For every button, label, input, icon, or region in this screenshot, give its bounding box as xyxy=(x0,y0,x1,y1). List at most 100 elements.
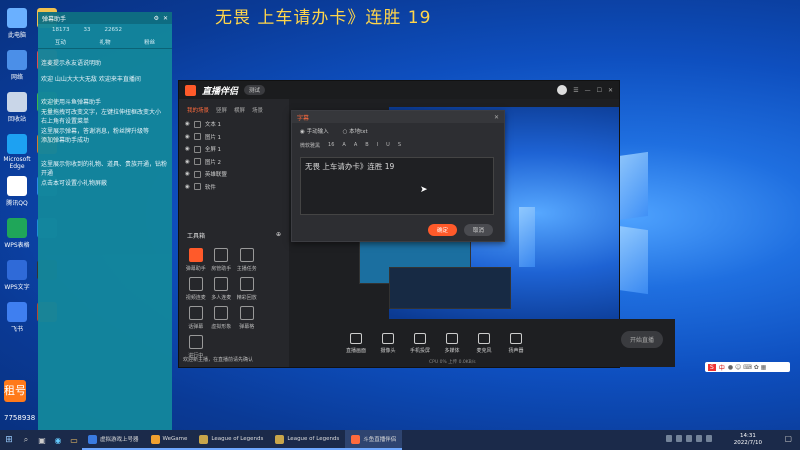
radio-option[interactable]: ◉ 手动输入 xyxy=(300,127,329,135)
subtitle-dialog[interactable]: 字幕 ✕ ◉ 手动输入 ○ 本地txt 微软雅黑 16 A A B I U S 无畏 上车请办卡… xyxy=(291,110,505,242)
chat-assistant-panel[interactable]: 弹幕助手 ⚙ ✕ 18173 33 22652 互动 礼物 粉丝 连麦提示永友语说明助欢… xyxy=(38,12,172,430)
lock-icon[interactable] xyxy=(193,145,201,153)
taskbar[interactable]: ⊞ ⌕ ▣ ◉ ▭ 虚拟游戏上号器 WeGame League of Legends… xyxy=(0,430,800,450)
subtitle-text-input[interactable]: 无畏 上车请办卡》连胜 19 xyxy=(300,157,494,215)
start-live-button[interactable]: 开始直播 xyxy=(620,331,663,348)
tool-item[interactable]: 主播任务 xyxy=(234,248,260,272)
clock[interactable]: 14:31 2022/7/10 xyxy=(734,433,762,447)
scene-row[interactable]: ◉ 图片 2 xyxy=(179,156,289,169)
scene-row[interactable]: ◉ 全屏 1 xyxy=(179,143,289,156)
chat-tab[interactable]: 互动 xyxy=(55,38,66,46)
format-tool[interactable]: S xyxy=(398,142,401,149)
taskbar-item[interactable]: 斗鱼直播伴侣 xyxy=(345,430,403,450)
ime-toolbar[interactable]: S 中 ● ☺ ⌨ ✿ ▦ xyxy=(705,362,790,372)
control-button[interactable]: 扬声器 xyxy=(505,332,527,354)
scene-tab[interactable]: 横屏 xyxy=(234,106,245,114)
chat-tab[interactable]: 礼物 xyxy=(99,38,110,46)
control-button[interactable]: 直播画面 xyxy=(345,332,367,354)
control-button[interactable]: 多媒体 xyxy=(441,332,463,354)
format-tool[interactable]: A xyxy=(354,142,357,149)
scene-row[interactable]: ◉ 英雄联盟 xyxy=(179,168,289,181)
start-icon[interactable]: ⊞ xyxy=(0,435,18,445)
menu-icon[interactable]: ☰ xyxy=(573,87,578,94)
lock-icon[interactable] xyxy=(193,170,201,178)
format-tool[interactable]: B xyxy=(365,142,368,149)
close-icon[interactable]: ✕ xyxy=(163,15,168,22)
input-mode-options[interactable]: ◉ 手动输入 ○ 本地txt xyxy=(292,123,504,139)
eye-icon[interactable]: ◉ xyxy=(185,184,190,190)
settings-icon[interactable]: ⚙ xyxy=(154,15,159,22)
format-tool[interactable]: A xyxy=(342,142,345,149)
eye-icon[interactable]: ◉ xyxy=(185,171,190,177)
tool-item[interactable]: 视频连麦 xyxy=(183,277,209,301)
tool-item[interactable]: 多人连麦 xyxy=(209,277,235,301)
control-button[interactable]: 手机投屏 xyxy=(409,332,431,354)
taskbar-item[interactable]: League of Legends xyxy=(193,430,270,450)
tool-item[interactable]: 精彩回放 xyxy=(234,277,260,301)
control-button[interactable]: 摄像头 xyxy=(377,332,399,354)
lock-icon[interactable] xyxy=(193,158,201,166)
scene-list[interactable]: ◉ 文本 1 ◉ 图片 1 ◉ 全屏 1 ◉ 图片 2 ◉ 英雄联盟 ◉ 软件 xyxy=(179,118,289,193)
format-tool[interactable]: 16 xyxy=(328,142,334,149)
tool-item[interactable]: 话弹幕 xyxy=(183,306,209,330)
tool-grid[interactable]: 弹幕助手 房管助手 主播任务 视频连麦 多人连麦 精彩回放 话弹幕 虚拟形象 弹幕格 进行中 xyxy=(179,240,289,359)
scene-tab[interactable]: 竖屏 xyxy=(216,106,227,114)
scene-row[interactable]: ◉ 软件 xyxy=(179,181,289,194)
notification-icon[interactable]: ▢ xyxy=(784,434,792,443)
add-tool-icon[interactable]: ⊕ xyxy=(276,231,281,240)
radio-option[interactable]: ○ 本地txt xyxy=(343,127,368,135)
lock-icon[interactable] xyxy=(193,120,201,128)
tool-item[interactable]: 弹幕格 xyxy=(234,306,260,330)
scene-sidebar[interactable]: 我的场景 竖屏 横屏 场景 ◉ 文本 1 ◉ 图片 1 ◉ 全屏 1 ◉ 图片 2 ◉ 英雄联盟 ◉ 软件 … xyxy=(179,99,290,367)
minimize-icon[interactable]: — xyxy=(585,87,591,94)
chat-tabs[interactable]: 互动 礼物 粉丝 xyxy=(38,36,172,49)
tool-item[interactable] xyxy=(260,306,286,330)
system-tray[interactable] xyxy=(666,435,712,442)
eye-icon[interactable]: ◉ xyxy=(185,146,190,152)
eye-icon[interactable]: ◉ xyxy=(185,121,190,127)
scene-tab[interactable]: 场景 xyxy=(252,106,263,114)
cancel-button[interactable]: 取消 xyxy=(464,224,494,236)
desktop-icon[interactable]: Microsoft Edge xyxy=(0,134,34,170)
format-toolbar[interactable]: 微软雅黑 16 A A B I U S xyxy=(292,139,504,152)
desktop-icon[interactable]: 网络 xyxy=(0,50,34,81)
taskbar-item[interactable]: 虚拟游戏上号器 xyxy=(82,430,145,450)
scene-tab[interactable]: 我的场景 xyxy=(187,106,209,114)
format-tool[interactable]: U xyxy=(386,142,390,149)
user-avatar[interactable] xyxy=(557,85,568,95)
scene-tabs[interactable]: 我的场景 竖屏 横屏 场景 xyxy=(179,99,289,118)
eye-icon[interactable]: ◉ xyxy=(185,159,190,165)
tool-item[interactable]: 虚拟形象 xyxy=(209,306,235,330)
search-icon[interactable]: ⌕ xyxy=(18,435,34,445)
desktop-icon[interactable]: WPS表格 xyxy=(0,218,34,249)
taskbar-items[interactable]: 虚拟游戏上号器 WeGame League of Legends League of … xyxy=(82,430,403,450)
control-bar[interactable]: 直播画面 摄像头 手机投屏 多媒体 麦克风 扬声器 开始直播 CPU 0% 上传 0.0KB… xyxy=(289,319,675,367)
close-icon[interactable]: ✕ xyxy=(608,87,613,94)
taskbar-item[interactable]: WeGame xyxy=(144,430,194,450)
ok-button[interactable]: 确定 xyxy=(428,224,458,236)
format-tool[interactable]: 微软雅黑 xyxy=(300,142,320,149)
control-button[interactable]: 麦克风 xyxy=(473,332,495,354)
desktop-icon[interactable]: WPS文字 xyxy=(0,260,34,291)
lock-icon[interactable] xyxy=(193,183,201,191)
chat-tab[interactable]: 粉丝 xyxy=(144,38,155,46)
lock-icon[interactable] xyxy=(193,133,201,141)
file-explorer-icon[interactable]: ▭ xyxy=(66,436,82,445)
tool-item[interactable] xyxy=(260,277,286,301)
tool-item[interactable]: 房管助手 xyxy=(209,248,235,272)
avatar[interactable]: 租号 7758938 xyxy=(4,380,38,428)
desktop-icon[interactable]: 腾讯QQ xyxy=(0,176,34,207)
desktop-icon[interactable]: 飞书 xyxy=(0,302,34,333)
scene-row[interactable]: ◉ 文本 1 xyxy=(179,118,289,131)
eye-icon[interactable]: ◉ xyxy=(185,134,190,140)
scene-row[interactable]: ◉ 图片 1 xyxy=(179,131,289,144)
task-view-icon[interactable]: ▣ xyxy=(34,436,50,445)
desktop-icon[interactable]: 回收站 xyxy=(0,92,34,123)
tool-item[interactable]: 弹幕助手 xyxy=(183,248,209,272)
format-tool[interactable]: I xyxy=(377,142,378,149)
taskbar-item[interactable]: League of Legends xyxy=(269,430,346,450)
desktop-icon[interactable]: 此电脑 xyxy=(0,8,34,39)
edge-icon[interactable]: ◉ xyxy=(50,436,66,445)
maximize-icon[interactable]: ☐ xyxy=(597,87,602,94)
ime-mode[interactable]: 中 xyxy=(719,363,725,372)
